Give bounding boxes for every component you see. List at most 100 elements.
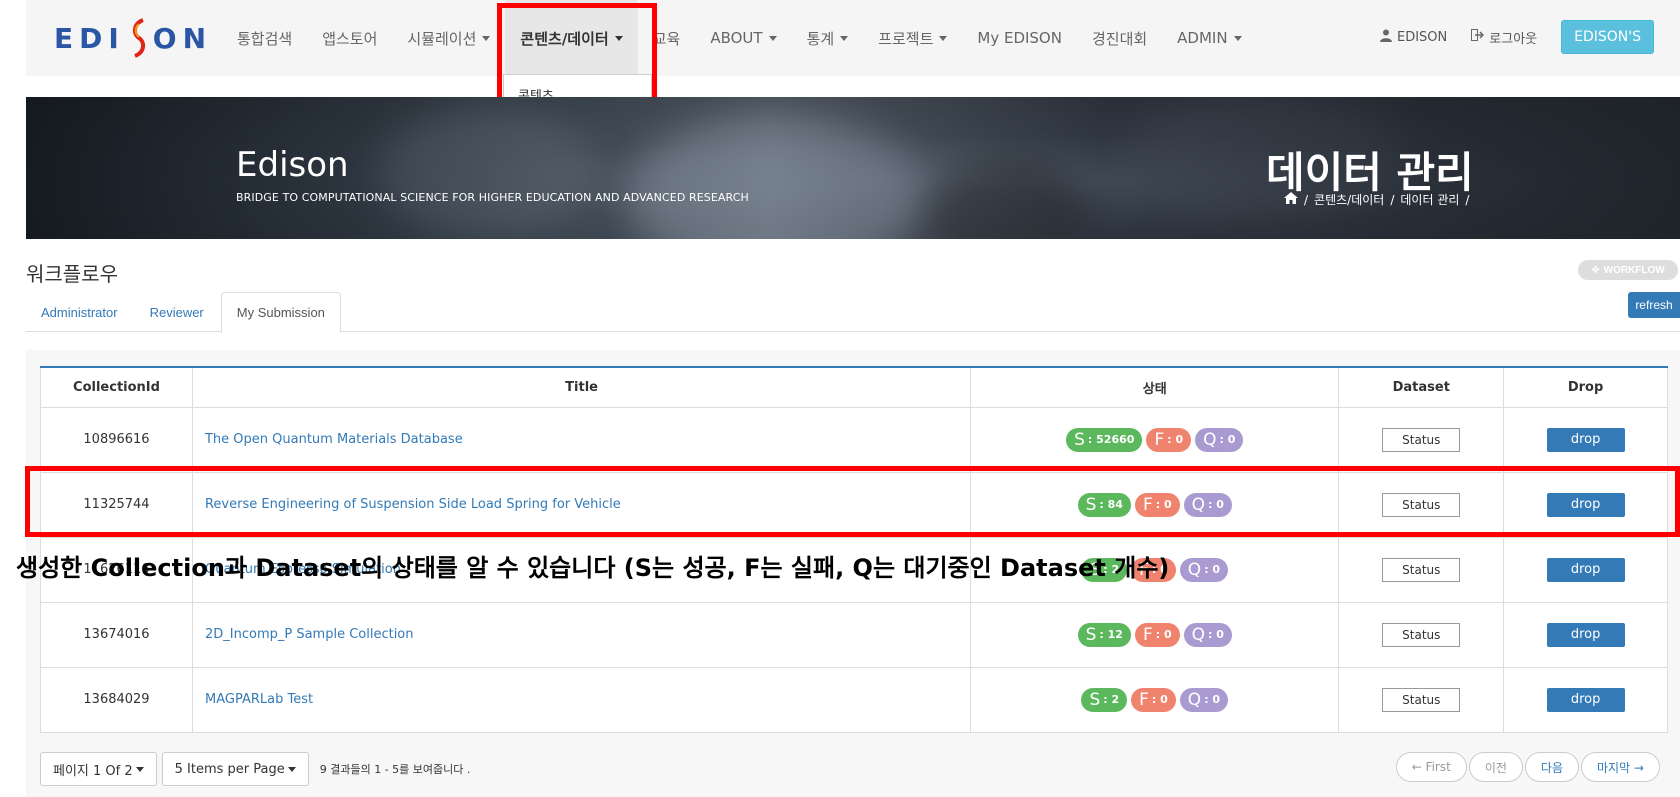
nav-item-label: My EDISON (977, 29, 1062, 47)
collection-title-link[interactable]: 2D_Incomp_P Sample Collection (191, 601, 972, 668)
caret-down-icon (287, 766, 296, 772)
nav-item-6[interactable]: 통계 (792, 0, 864, 76)
nav-item-2[interactable]: 시뮬레이션 (392, 0, 505, 76)
dataset-status-button[interactable]: Status (1382, 427, 1461, 452)
move-icon: ✥ (1591, 264, 1600, 276)
nav-item-7[interactable]: 프로젝트 (863, 0, 962, 76)
table-row: 10896616 The Open Quantum Materials Datab… (40, 406, 1668, 473)
page-banner: Edison BRIDGE TO COMPUTATIONAL SCIENCE F… (26, 97, 1680, 239)
user-link[interactable]: EDISON (1380, 29, 1447, 46)
user-icon (1380, 29, 1392, 46)
breadcrumb-item-contents[interactable]: 콘텐츠/데이터 (1314, 191, 1384, 208)
nav-item-label: 경진대회 (1091, 29, 1148, 48)
first-page-button[interactable]: ← First (1395, 752, 1467, 782)
next-page-button[interactable]: 다음 (1524, 752, 1579, 782)
column-header: Title (191, 366, 972, 408)
edison-logo[interactable]: EDI ON (54, 18, 212, 58)
status-cell: S: 2F: 0Q: 0 (970, 666, 1340, 733)
caret-down-icon (482, 35, 491, 41)
nav-item-9[interactable]: 경진대회 (1077, 0, 1162, 76)
nav-item-label: ADMIN (1177, 29, 1228, 47)
success-count-badge: S: 52660 (1066, 427, 1143, 452)
table-row: 11325744 Reverse Engineering of Suspensio… (40, 471, 1668, 538)
refresh-button[interactable]: refresh (1628, 292, 1680, 318)
dataset-cell: Status (1338, 471, 1505, 538)
drop-button[interactable]: drop (1546, 622, 1625, 647)
tab-0[interactable]: Administrator (26, 292, 133, 332)
drop-button[interactable]: drop (1546, 492, 1625, 517)
drop-cell: drop (1503, 666, 1668, 733)
caret-down-icon (1233, 35, 1242, 41)
drop-button[interactable]: drop (1546, 557, 1625, 582)
queue-count-badge: Q: 0 (1179, 557, 1229, 582)
caret-down-icon (840, 35, 849, 41)
collection-id: 13684029 (40, 666, 193, 733)
collection-title-link[interactable]: MAGPARLab Test (191, 666, 972, 733)
drop-cell: drop (1503, 536, 1668, 603)
collection-title-link[interactable]: Reverse Engineering of Suspension Side L… (191, 471, 972, 538)
caret-down-icon (939, 35, 948, 41)
last-page-button[interactable]: 마지막 → (1581, 752, 1660, 782)
drop-cell: drop (1503, 471, 1668, 538)
nav-item-0[interactable]: 통합검색 (222, 0, 307, 76)
dataset-status-button[interactable]: Status (1382, 622, 1461, 647)
fail-count-badge: F: 0 (1146, 427, 1192, 452)
nav-item-label: 통계 (806, 29, 835, 48)
breadcrumb-item-data-manage[interactable]: 데이터 관리 (1400, 191, 1459, 208)
nav-item-label: 프로젝트 (878, 29, 934, 48)
tab-1[interactable]: Reviewer (135, 292, 219, 332)
workflow-title: 워크플로우 (26, 262, 118, 286)
caret-down-icon (768, 35, 777, 41)
nav-item-4[interactable]: 교육 (638, 0, 696, 76)
table-row: 13684029 MAGPARLab Test S: 2F: 0Q: 0 Status… (40, 666, 1668, 733)
caret-down-icon (135, 766, 144, 772)
status-cell: S: 52660 F: 0Q: 0 (970, 406, 1340, 473)
nav-item-10[interactable]: ADMIN (1162, 0, 1256, 76)
fail-count-badge: F: 0 (1134, 492, 1180, 517)
nav-item-1[interactable]: 앱스토어 (307, 0, 392, 76)
logout-icon (1471, 29, 1485, 45)
home-icon[interactable] (1284, 192, 1298, 207)
prev-page-button[interactable]: 이전 (1468, 752, 1523, 782)
nav-item-5[interactable]: ABOUT (695, 0, 791, 76)
status-cell: S: 84 F: 0Q: 0 (970, 471, 1340, 538)
breadcrumb: / 콘텐츠/데이터 / 데이터 관리 / (1284, 191, 1469, 208)
workflow-badge[interactable]: ✥ WORKFLOW (1578, 260, 1678, 280)
column-header: 상태 (970, 366, 1340, 408)
collection-id: 13674016 (40, 601, 193, 668)
logout-link[interactable]: 로그아웃 (1471, 28, 1537, 47)
nav-item-label: 통합검색 (237, 29, 293, 48)
drop-button[interactable]: drop (1546, 687, 1625, 712)
dataset-status-button[interactable]: Status (1382, 557, 1461, 582)
banner-title: Edison (236, 145, 349, 185)
dataset-cell: Status (1338, 666, 1505, 733)
dataset-cell: Status (1338, 536, 1505, 603)
drop-button[interactable]: drop (1546, 427, 1625, 452)
workflow-tabs: Administrator Reviewer My Submission (26, 292, 1680, 333)
annotation-text: 생성한 Collection과 Dataset의 상태를 알 수 있습니다 (S… (16, 554, 1170, 582)
collection-id: 10896616 (40, 406, 193, 473)
column-header: Dataset (1338, 366, 1505, 408)
collection-title-link[interactable]: The Open Quantum Materials Database (191, 406, 972, 473)
queue-count-badge: Q: 0 (1179, 687, 1229, 712)
edisons-button[interactable]: EDISON'S (1561, 20, 1654, 54)
banner-subtitle: BRIDGE TO COMPUTATIONAL SCIENCE FOR HIGH… (236, 191, 749, 204)
logo-swirl-icon (129, 16, 149, 60)
dataset-status-button[interactable]: Status (1382, 492, 1461, 517)
nav-item-label: 교육 (652, 29, 681, 48)
nav-item-3[interactable]: 콘텐츠/데이터 (505, 0, 638, 76)
main-nav: 통합검색 앱스토어 시뮬레이션 콘텐츠/데이터 교육 ABOUT 통계 프로젝트 My EDIS… (222, 0, 1257, 76)
drop-cell: drop (1503, 601, 1668, 668)
success-count-badge: S: 12 (1077, 622, 1131, 647)
queue-count-badge: Q: 0 (1183, 622, 1232, 647)
dataset-status-button[interactable]: Status (1382, 687, 1461, 712)
items-per-page-select[interactable]: 5 Items per Page (161, 752, 309, 786)
tab-2[interactable]: My Submission (220, 292, 341, 333)
pager-right: ← First 이전 다음 마지막 → (1395, 752, 1660, 782)
nav-item-8[interactable]: My EDISON (962, 0, 1077, 76)
nav-item-label: 앱스토어 (322, 29, 378, 48)
page-select[interactable]: 페이지 1 Of 2 (40, 752, 157, 786)
fail-count-badge: F: 0 (1134, 622, 1180, 647)
result-info: 9 결과들의 1 - 5를 보여줍니다 . (319, 763, 471, 776)
table-row: 13674016 2D_Incomp_P Sample Collection S: … (40, 601, 1668, 668)
